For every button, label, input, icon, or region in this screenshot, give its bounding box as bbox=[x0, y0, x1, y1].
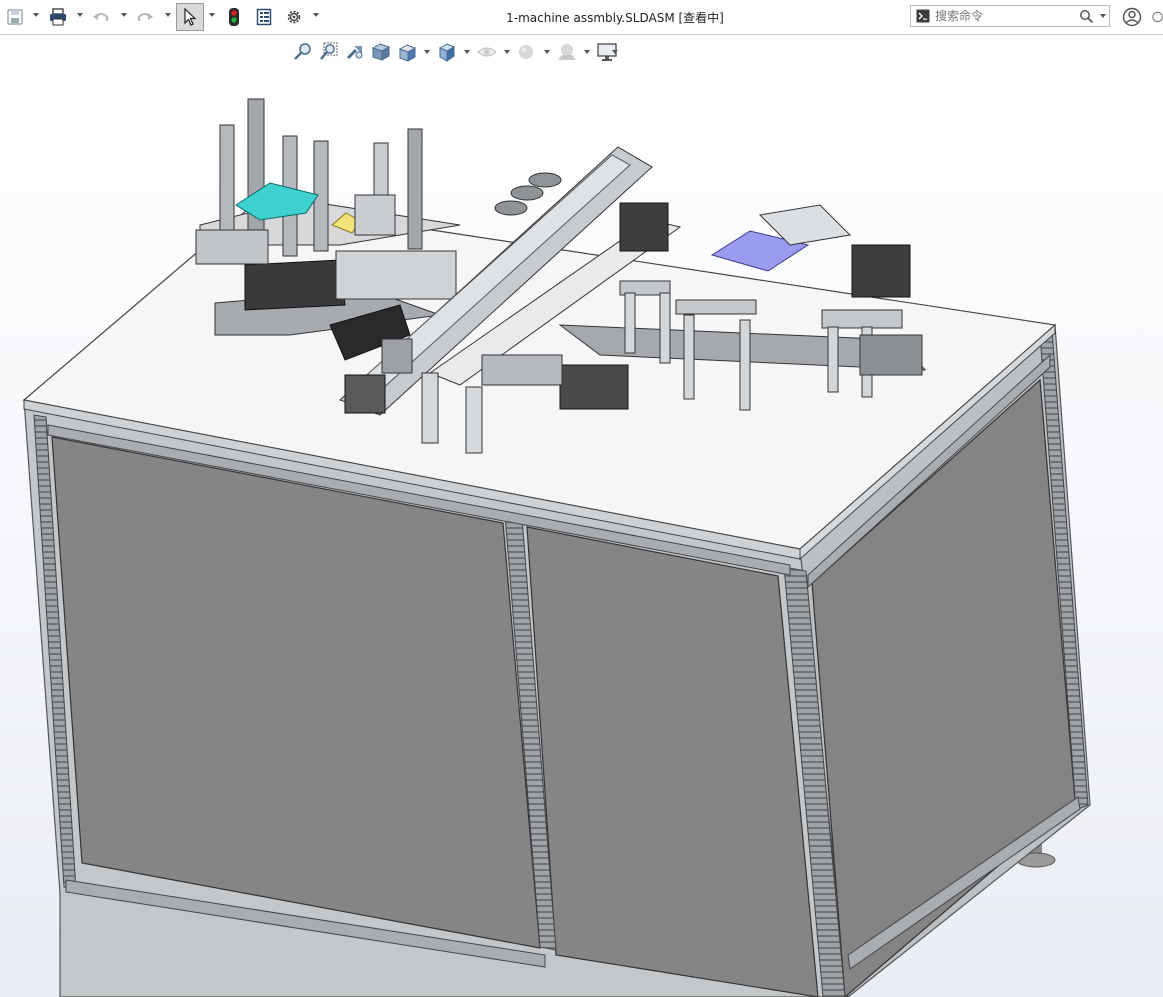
search-input[interactable] bbox=[935, 8, 1075, 24]
gear-icon bbox=[287, 10, 301, 24]
cursor-arrow-icon bbox=[184, 8, 197, 26]
undo-icon bbox=[93, 13, 108, 21]
user-account-icon bbox=[1122, 7, 1142, 27]
command-prompt-icon bbox=[916, 9, 930, 23]
search-dropdown-icon[interactable] bbox=[1100, 14, 1106, 18]
print-dropdown-icon[interactable] bbox=[77, 13, 83, 17]
file-properties-icon bbox=[256, 8, 272, 26]
select-dropdown-icon[interactable] bbox=[209, 13, 215, 17]
redo-icon bbox=[138, 13, 153, 21]
print-button[interactable] bbox=[46, 3, 70, 31]
front-panel-right bbox=[526, 526, 819, 997]
traffic-light-icon bbox=[229, 8, 239, 26]
graphics-area[interactable] bbox=[0, 35, 1163, 997]
account-button[interactable] bbox=[1120, 3, 1144, 31]
title-bar: 1-machine assmbly.SLDASM [查看中] bbox=[0, 0, 1163, 35]
undo-dropdown-icon[interactable] bbox=[121, 13, 127, 17]
help-button[interactable] bbox=[1152, 3, 1163, 31]
window-title: 1-machine assmbly.SLDASM [查看中] bbox=[506, 11, 724, 25]
file-properties-button[interactable] bbox=[253, 3, 275, 31]
redo-button[interactable] bbox=[134, 3, 156, 31]
save-button[interactable] bbox=[4, 3, 26, 31]
search-icon[interactable] bbox=[1079, 9, 1094, 24]
options-button[interactable] bbox=[283, 3, 305, 31]
redo-dropdown-icon[interactable] bbox=[165, 13, 171, 17]
assembly-model[interactable] bbox=[0, 35, 1163, 997]
save-icon bbox=[7, 9, 23, 25]
save-dropdown-icon[interactable] bbox=[33, 13, 39, 17]
select-button[interactable] bbox=[176, 3, 204, 31]
search-box[interactable] bbox=[910, 5, 1110, 27]
help-icon bbox=[1152, 11, 1163, 23]
undo-button[interactable] bbox=[90, 3, 112, 31]
print-icon bbox=[50, 8, 66, 26]
rebuild-button[interactable] bbox=[224, 3, 244, 31]
options-dropdown-icon[interactable] bbox=[313, 13, 319, 17]
